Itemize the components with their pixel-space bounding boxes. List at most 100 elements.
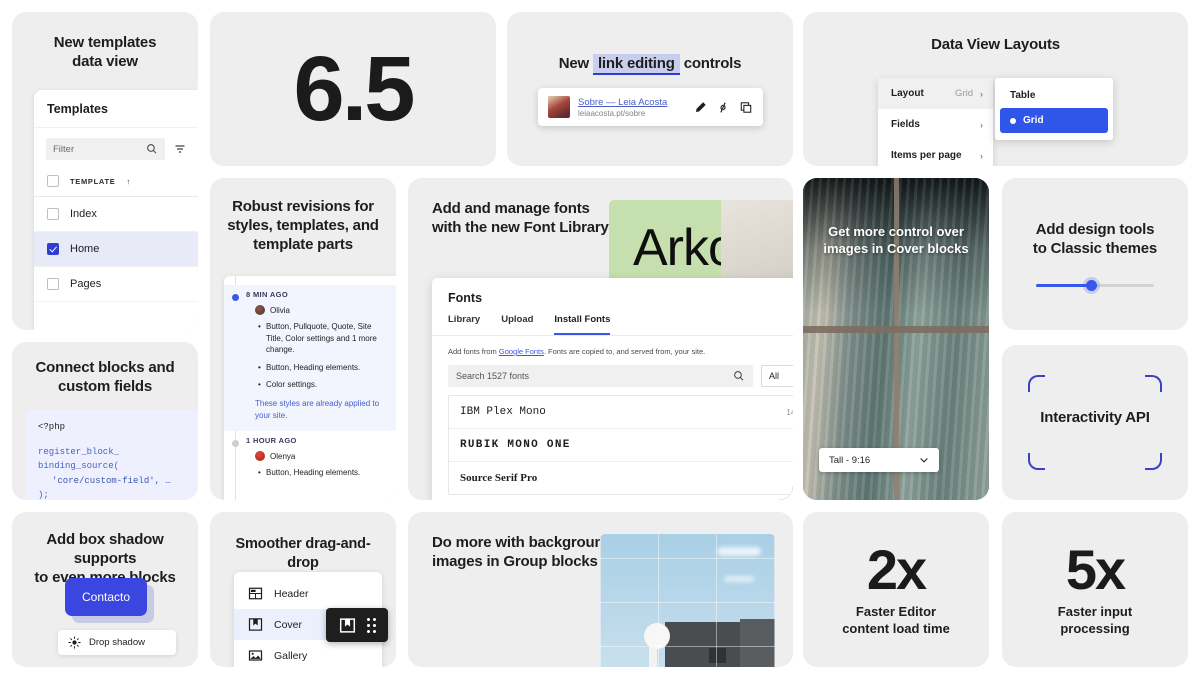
submenu-option-table[interactable]: Table <box>1000 83 1108 108</box>
corner-bracket-bottom-left-icon <box>1028 453 1045 470</box>
feature-card-grid: New templates data view Templates Filter <box>0 0 1200 675</box>
list-item: Button, Heading elements. <box>258 467 386 479</box>
templates-panel-title: Templates <box>34 90 198 128</box>
avatar <box>255 451 265 462</box>
card-title: Add box shadow supports to even more blo… <box>12 512 198 588</box>
sort-indicator-icon[interactable]: ↑ <box>126 177 130 186</box>
timeline-dot-icon <box>232 440 239 448</box>
caption-line-1: Get more control over <box>828 224 964 239</box>
aspect-ratio-select[interactable]: Tall - 9:16 <box>819 448 939 472</box>
card-title: Add design tools to Classic themes <box>1002 178 1188 258</box>
row-label: Pages <box>70 278 102 290</box>
menu-item-layout[interactable]: Layout Grid › <box>878 78 993 109</box>
menu-item-label: Layout <box>891 88 924 99</box>
search-icon <box>734 371 744 381</box>
font-styles-count: 14 styles <box>786 407 793 417</box>
corner-bracket-top-right-icon <box>1145 375 1162 392</box>
selected-dot-icon <box>1010 117 1016 124</box>
copy-icon[interactable] <box>739 101 753 114</box>
revisions-panel: 8 MIN AGO Olivia Button, Pullquote, Quot… <box>224 276 396 500</box>
drop-shadow-option[interactable]: Drop shadow <box>58 630 176 655</box>
card-drag-and-drop: Smoother drag-and-drop Header Cover Gall… <box>210 512 396 667</box>
list-item[interactable]: IBM Plex Mono 14 styles › <box>449 396 793 429</box>
title-line-2: styles, templates, and <box>227 217 379 235</box>
card-link-editing: New link editing controls Sobre — Leia A… <box>507 12 793 166</box>
table-row[interactable]: Home <box>34 232 198 267</box>
google-fonts-link[interactable]: Google Fonts <box>499 347 544 356</box>
corner-bracket-bottom-right-icon <box>1145 453 1162 470</box>
fonts-modal: Fonts Library Upload Install Fonts Add f… <box>432 278 793 500</box>
fonts-list: IBM Plex Mono 14 styles › RUBIK MONO ONE… <box>448 395 793 495</box>
card-stat-editor-load: 2x Faster Editor content load time <box>803 512 989 667</box>
chevron-right-icon: › <box>980 119 983 130</box>
link-title[interactable]: Sobre — Leia Acosta <box>578 97 686 108</box>
drag-handle-chip[interactable] <box>326 608 388 642</box>
revision-entry[interactable]: 1 HOUR AGO Olenya Button, Heading elemen… <box>224 431 396 493</box>
row-checkbox[interactable] <box>47 243 59 255</box>
card-title: Robust revisions for styles, templates, … <box>210 178 396 255</box>
search-icon <box>147 144 157 154</box>
row-checkbox[interactable] <box>47 208 59 220</box>
font-meta: 14 styles › <box>786 407 793 417</box>
edit-pencil-icon[interactable] <box>694 101 707 114</box>
author-name: Olivia <box>270 305 291 315</box>
revision-entry[interactable]: 8 MIN AGO Olivia Button, Pullquote, Quot… <box>224 285 396 432</box>
link-text-block: Sobre — Leia Acosta leiaacosta.pt/sobre <box>578 97 686 118</box>
design-tools-slider[interactable] <box>1036 278 1154 292</box>
list-item[interactable]: Gallery <box>234 640 382 667</box>
templates-filter-row: Filter <box>34 128 198 166</box>
contacto-button[interactable]: Contacto <box>65 578 147 616</box>
list-item[interactable]: Source Serif Pro 1 style › <box>449 462 793 494</box>
slider-fill <box>1036 283 1092 287</box>
font-name: IBM Plex Mono <box>460 406 546 418</box>
drag-dots-icon[interactable] <box>366 617 376 633</box>
tab-upload[interactable]: Upload <box>501 314 533 335</box>
version-number: 6.5 <box>293 37 416 140</box>
drop-shadow-icon <box>68 636 81 649</box>
row-checkbox[interactable] <box>47 278 59 290</box>
select-all-checkbox[interactable] <box>47 175 59 187</box>
menu-item-fields[interactable]: Fields › <box>878 109 993 140</box>
title-line-2: with the new Font Library <box>432 219 609 237</box>
drop-shadow-label: Drop shadow <box>89 637 145 648</box>
corner-bracket-top-left-icon <box>1028 375 1045 392</box>
code-line: binding_source( <box>38 461 120 472</box>
title-line-3: template parts <box>253 236 353 254</box>
filter-input[interactable]: Filter <box>46 138 165 160</box>
tab-library[interactable]: Library <box>448 314 480 335</box>
filter-settings-icon[interactable] <box>174 143 186 155</box>
table-row[interactable]: Pages <box>34 267 198 302</box>
description-post: . Fonts are copied to, and served from, … <box>543 347 706 356</box>
title-line-1: Do more with background <box>432 534 613 551</box>
slider-knob[interactable] <box>1085 279 1097 291</box>
card-font-library: Add and manage fonts with the new Font L… <box>408 178 793 500</box>
list-item[interactable]: Header <box>234 578 382 609</box>
code-line: <?php <box>38 422 66 432</box>
submenu-option-grid[interactable]: Grid <box>1000 108 1108 133</box>
font-name: Source Serif Pro <box>460 472 538 484</box>
revision-author: Olenya <box>255 451 386 462</box>
fonts-search-row: Search 1527 fonts All <box>432 356 793 395</box>
code-line: register_block_ <box>38 446 120 457</box>
menu-item-items-per-page[interactable]: Items per page › <box>878 140 993 166</box>
title-line-1: Add and manage fonts <box>432 200 590 217</box>
unlink-icon[interactable] <box>716 101 730 114</box>
list-item[interactable]: RUBIK MONO ONE 1 style › <box>449 429 793 462</box>
link-popover: Sobre — Leia Acosta leiaacosta.pt/sobre <box>538 88 763 126</box>
fonts-category-select[interactable]: All <box>761 365 793 387</box>
row-label: Index <box>70 208 97 220</box>
tab-install-fonts[interactable]: Install Fonts <box>554 314 611 335</box>
table-row[interactable]: Index <box>34 197 198 232</box>
card-templates-data-view: New templates data view Templates Filter <box>12 12 198 330</box>
filter-placeholder: Filter <box>53 143 75 155</box>
fonts-search-input[interactable]: Search 1527 fonts <box>448 365 753 387</box>
stat-number: 5x <box>1065 537 1126 601</box>
templates-panel: Templates Filter TEMPLATE ↑ Index Home P… <box>34 90 198 330</box>
timeline-dot-icon <box>232 294 239 301</box>
card-box-shadow: Add box shadow supports to even more blo… <box>12 512 198 667</box>
submenu-option-label: Table <box>1010 90 1036 101</box>
card-title: New link editing controls <box>507 12 793 75</box>
stat-label-line-1: Faster Editor <box>855 603 937 619</box>
title-line-1: Add box shadow supports <box>46 531 164 568</box>
code-line: 'core/custom-field', … <box>52 475 171 486</box>
